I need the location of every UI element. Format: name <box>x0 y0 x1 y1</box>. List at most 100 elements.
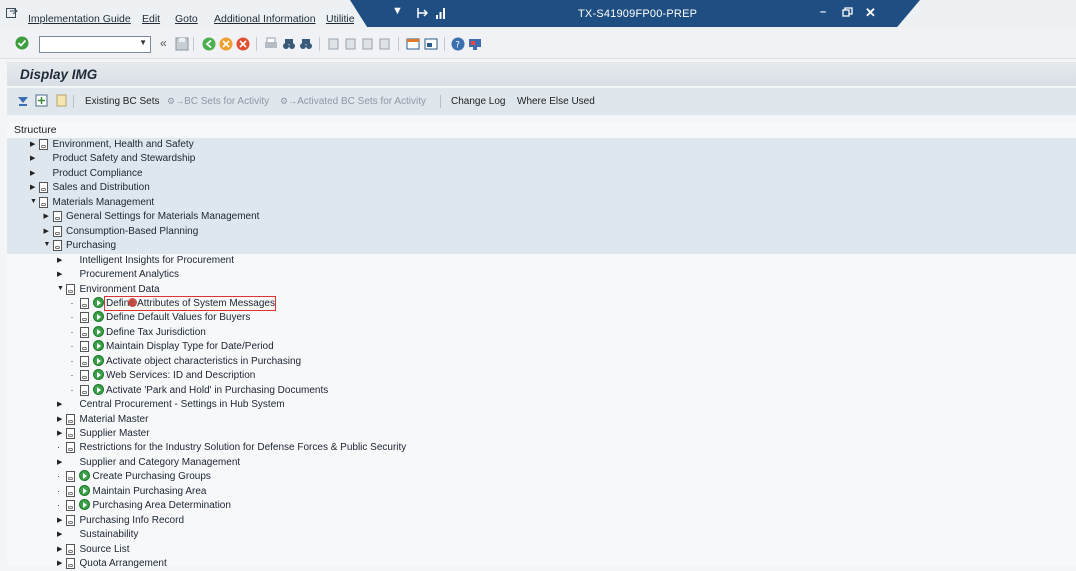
tree-node-label[interactable]: Create Purchasing Groups <box>93 471 211 482</box>
tree-row[interactable]: · Define Default Values for Buyers <box>7 311 1076 325</box>
expand-node-icon[interactable]: ▶ <box>30 140 35 148</box>
tree-row[interactable]: ▶ Procurement Analytics <box>7 268 1076 282</box>
tree-node-label[interactable]: Define Tax Jurisdiction <box>106 327 206 338</box>
tree-node-label[interactable]: Product Compliance <box>53 168 143 179</box>
documentation-icon[interactable] <box>66 485 75 497</box>
documentation-icon[interactable] <box>66 558 75 570</box>
tree-node-label[interactable]: Consumption-Based Planning <box>66 226 198 237</box>
menu-implementation-guide[interactable]: Implementation Guide <box>28 13 131 25</box>
tree-row[interactable]: ▼ Materials Management <box>7 195 1076 211</box>
tree-row[interactable]: ▶ Sales and Distribution <box>7 181 1076 196</box>
execute-activity-icon[interactable] <box>79 484 90 496</box>
tree-node-label[interactable]: Procurement Analytics <box>80 269 180 280</box>
tree-row[interactable]: ▶ Consumption-Based Planning <box>7 224 1076 240</box>
tree-row[interactable]: ▶ Supplier Master <box>7 427 1076 441</box>
execute-activity-icon[interactable] <box>92 354 104 366</box>
expand-node-icon[interactable]: ▶ <box>57 458 62 466</box>
tree-node-label[interactable]: Purchasing Area Determination <box>93 500 231 511</box>
double-chevron-left-icon[interactable]: « <box>160 36 167 50</box>
expand-node-icon[interactable]: ▶ <box>30 169 35 177</box>
back-icon[interactable] <box>202 37 216 51</box>
check-icon[interactable] <box>15 36 29 50</box>
tree-row[interactable]: · Define Attributes of System Messages <box>7 295 1076 311</box>
menu-additional-information[interactable]: Additional Information <box>214 13 316 25</box>
restore-icon[interactable] <box>842 7 853 18</box>
expand-node-icon[interactable]: ▶ <box>30 183 35 191</box>
collapse-node-icon[interactable]: ▼ <box>44 241 51 248</box>
expand-node-icon[interactable]: ▶ <box>44 212 49 220</box>
documentation-icon[interactable] <box>39 182 48 194</box>
command-field[interactable]: ▼ <box>39 36 151 53</box>
tree-row[interactable]: ▶ Product Compliance <box>7 166 1076 182</box>
documentation-icon[interactable] <box>79 312 89 324</box>
tree-node-label[interactable]: Activate object characteristics in Purch… <box>106 356 301 367</box>
tree-row[interactable]: · Web Services: ID and Description <box>7 369 1076 383</box>
expand-node-icon[interactable]: ▶ <box>57 400 62 408</box>
expand-node-icon[interactable]: ▶ <box>57 270 62 278</box>
tree-node-label[interactable]: Environment Data <box>80 284 160 295</box>
tree-node-label[interactable]: Product Safety and Stewardship <box>53 153 196 164</box>
documentation-icon[interactable] <box>66 413 75 425</box>
tree-node-label[interactable]: Intelligent Insights for Procurement <box>80 255 235 266</box>
tree-row[interactable]: ▶ Environment, Health and Safety <box>7 138 1076 153</box>
execute-activity-icon[interactable] <box>92 296 104 308</box>
tree-node-label[interactable]: Environment, Health and Safety <box>53 139 194 150</box>
bc-sets-for-activity-button[interactable]: ⚙→BC Sets for Activity <box>167 96 269 107</box>
shortcut-icon[interactable] <box>424 37 438 51</box>
tree-node-label[interactable]: Material Master <box>80 414 149 425</box>
tree-node-label[interactable]: Purchasing Info Record <box>80 515 185 526</box>
execute-activity-icon[interactable] <box>92 311 104 323</box>
first-page-icon[interactable] <box>327 37 341 51</box>
tree-row[interactable]: · Maintain Purchasing Area <box>7 484 1076 499</box>
tree-node-label[interactable]: Quota Arrangement <box>80 558 167 569</box>
documentation-icon[interactable] <box>66 543 75 555</box>
tree-node-label[interactable]: Source List <box>80 544 130 555</box>
documentation-icon[interactable] <box>79 326 89 338</box>
documentation-icon[interactable] <box>79 297 89 309</box>
tree-node-label[interactable]: Define Default Values for Buyers <box>106 312 250 323</box>
tree-node-label[interactable]: Purchasing <box>66 240 116 251</box>
tree-row[interactable]: ▶ Material Master <box>7 413 1076 427</box>
change-log-button[interactable]: Change Log <box>451 96 506 107</box>
tree-row[interactable]: ▼ Environment Data <box>7 283 1076 297</box>
menu-edit[interactable]: Edit <box>142 13 160 25</box>
tree-row[interactable]: ▼ Purchasing <box>7 239 1076 254</box>
documentation-icon[interactable] <box>79 370 89 382</box>
tree-row[interactable]: ▶ Source List <box>7 543 1076 557</box>
collapse-node-icon[interactable]: ▼ <box>30 198 37 205</box>
save-icon[interactable] <box>175 37 189 51</box>
tree-row[interactable]: ▶ Sustainability <box>7 528 1076 542</box>
expand-node-icon[interactable]: ▶ <box>57 429 62 437</box>
tree-node-label[interactable]: Activate 'Park and Hold' in Purchasing D… <box>106 385 328 396</box>
print-icon[interactable] <box>264 37 278 51</box>
tree-row[interactable]: ▶ Supplier and Category Management <box>7 456 1076 470</box>
create-session-icon[interactable] <box>406 37 420 51</box>
tree-row[interactable]: · Define Tax Jurisdiction <box>7 325 1076 340</box>
documentation-icon[interactable] <box>66 283 75 295</box>
documentation-icon[interactable] <box>52 225 62 237</box>
expand-subtree-icon[interactable] <box>17 95 29 107</box>
collapse-node-icon[interactable]: ▼ <box>57 285 64 292</box>
tree-row[interactable]: · Create Purchasing Groups <box>7 470 1076 484</box>
expand-node-icon[interactable]: ▶ <box>44 227 49 235</box>
documentation-icon[interactable] <box>66 442 75 454</box>
expand-node-icon[interactable]: ▶ <box>30 154 35 162</box>
bookmark-icon[interactable] <box>55 94 68 107</box>
next-page-icon[interactable] <box>361 37 375 51</box>
tree-node-label[interactable]: Maintain Display Type for Date/Period <box>106 341 274 352</box>
exit-icon[interactable] <box>219 37 233 51</box>
close-icon[interactable]: ✕ <box>865 5 876 21</box>
position-cursor-icon[interactable] <box>35 94 48 107</box>
customize-layout-icon[interactable] <box>416 7 428 19</box>
menu-utilities[interactable]: Utilities <box>326 13 354 25</box>
tree-node-label[interactable]: Supplier Master <box>80 428 150 439</box>
documentation-icon[interactable] <box>52 240 62 252</box>
command-input[interactable] <box>40 37 138 50</box>
tree-node-label[interactable]: Sales and Distribution <box>53 182 150 193</box>
tree-row[interactable]: ▶ General Settings for Materials Manageme… <box>7 210 1076 225</box>
tree-row[interactable]: ▶ Central Procurement - Settings in Hub S… <box>7 398 1076 412</box>
tree-row[interactable]: · Activate object characteristics in Purc… <box>7 354 1076 369</box>
tree-row[interactable]: ▶ Intelligent Insights for Procurement <box>7 254 1076 268</box>
tree-node-label[interactable]: Central Procurement - Settings in Hub Sy… <box>80 399 285 410</box>
minimize-icon[interactable]: – <box>820 6 826 18</box>
